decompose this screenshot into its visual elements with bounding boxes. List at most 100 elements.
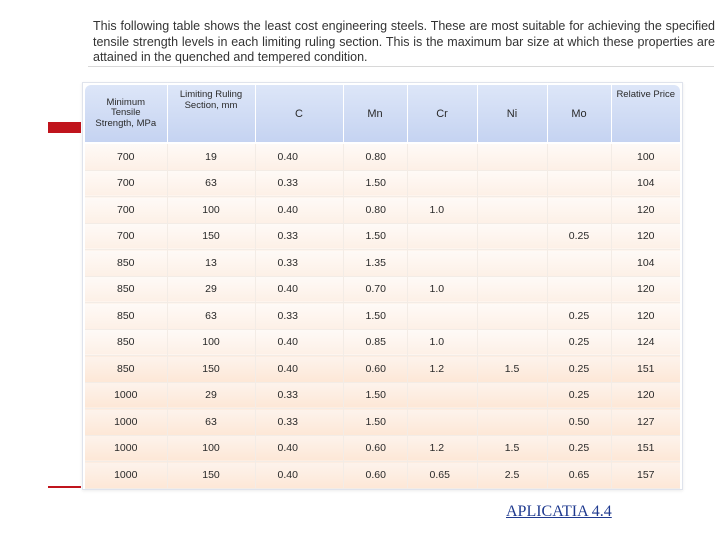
cell-mo <box>547 249 612 277</box>
cell-strength: 850 <box>85 276 168 303</box>
cell-strength: 850 <box>85 329 168 356</box>
cell-c: 0.33 <box>255 302 344 330</box>
cell-cr <box>407 382 478 409</box>
cell-mn: 0.80 <box>343 144 408 171</box>
table-row: 850 100 0.40 0.85 1.0 0.25 124 <box>85 329 680 356</box>
cell-ni <box>477 302 548 330</box>
cell-c: 0.33 <box>255 408 344 436</box>
cell-cr <box>407 170 478 197</box>
cell-price: 120 <box>611 382 680 409</box>
cell-mo: 0.50 <box>547 408 612 436</box>
aplicatia-link[interactable]: APLICATIA 4.4 <box>506 503 612 521</box>
cell-mn: 0.60 <box>343 435 408 462</box>
intro-paragraph: This following table shows the least cos… <box>93 19 715 64</box>
table-row: 700 19 0.40 0.80 100 <box>85 144 680 171</box>
cell-price: 120 <box>611 196 680 224</box>
cell-cr <box>407 302 478 330</box>
cell-mn: 1.50 <box>343 170 408 197</box>
cell-price: 151 <box>611 355 680 383</box>
cell-c: 0.40 <box>255 196 344 224</box>
cell-c: 0.40 <box>255 276 344 303</box>
cell-mo <box>547 196 612 224</box>
header-mo: Mo <box>547 85 612 142</box>
cell-section: 100 <box>167 196 256 224</box>
table-row: 1000 150 0.40 0.60 0.65 2.5 0.65 157 <box>85 461 680 489</box>
cell-c: 0.33 <box>255 223 344 250</box>
cell-mn: 1.35 <box>343 249 408 277</box>
cell-section: 19 <box>167 144 256 171</box>
cell-mo <box>547 144 612 171</box>
cell-strength: 700 <box>85 170 168 197</box>
table-row: 700 63 0.33 1.50 104 <box>85 170 680 197</box>
cell-section: 13 <box>167 249 256 277</box>
cell-mn: 1.50 <box>343 382 408 409</box>
cell-strength: 1000 <box>85 461 168 489</box>
cell-ni: 1.5 <box>477 355 548 383</box>
cell-section: 150 <box>167 223 256 250</box>
cell-c: 0.33 <box>255 249 344 277</box>
cell-section: 63 <box>167 170 256 197</box>
cell-price: 127 <box>611 408 680 436</box>
cell-section: 150 <box>167 461 256 489</box>
cell-cr: 1.2 <box>407 355 478 383</box>
cell-strength: 700 <box>85 144 168 171</box>
cell-ni: 2.5 <box>477 461 548 489</box>
cell-section: 29 <box>167 382 256 409</box>
cell-strength: 850 <box>85 302 168 330</box>
cell-cr <box>407 223 478 250</box>
table-row: 1000 100 0.40 0.60 1.2 1.5 0.25 151 <box>85 435 680 462</box>
table-row: 1000 29 0.33 1.50 0.25 120 <box>85 382 680 409</box>
cell-strength: 700 <box>85 223 168 250</box>
cell-price: 104 <box>611 170 680 197</box>
cell-mn: 1.50 <box>343 302 408 330</box>
cell-mn: 0.60 <box>343 461 408 489</box>
header-mn: Mn <box>343 85 408 142</box>
cell-strength: 850 <box>85 355 168 383</box>
table-row: 850 63 0.33 1.50 0.25 120 <box>85 302 680 330</box>
table-row: 850 13 0.33 1.35 104 <box>85 249 680 277</box>
cell-ni <box>477 170 548 197</box>
cell-mo <box>547 170 612 197</box>
cell-c: 0.40 <box>255 435 344 462</box>
cell-mo: 0.25 <box>547 355 612 383</box>
table-body: 700 19 0.40 0.80 100 700 63 0.33 1.50 104 700 100 0.… <box>85 142 680 489</box>
table-row: 850 29 0.40 0.70 1.0 120 <box>85 276 680 303</box>
table-row: 700 100 0.40 0.80 1.0 120 <box>85 196 680 224</box>
cell-section: 29 <box>167 276 256 303</box>
table-row: 1000 63 0.33 1.50 0.50 127 <box>85 408 680 436</box>
cell-mn: 0.85 <box>343 329 408 356</box>
cell-cr <box>407 249 478 277</box>
cell-mo <box>547 276 612 303</box>
cell-section: 63 <box>167 408 256 436</box>
cell-strength: 1000 <box>85 382 168 409</box>
cell-section: 150 <box>167 355 256 383</box>
cell-mo: 0.25 <box>547 223 612 250</box>
slide-accent-bar <box>48 122 81 133</box>
cell-c: 0.40 <box>255 144 344 171</box>
slide-accent-line <box>48 486 81 488</box>
cell-cr <box>407 408 478 436</box>
cell-section: 100 <box>167 329 256 356</box>
cell-cr: 1.2 <box>407 435 478 462</box>
cell-price: 157 <box>611 461 680 489</box>
header-c: C <box>255 85 344 142</box>
header-cr: Cr <box>407 85 478 142</box>
header-min-tensile-strength: Minimum Tensile Strength, MPa <box>85 85 168 142</box>
cell-ni <box>477 408 548 436</box>
cell-price: 100 <box>611 144 680 171</box>
steel-composition-table: Minimum Tensile Strength, MPa Limiting R… <box>85 85 680 489</box>
cell-mo: 0.65 <box>547 461 612 489</box>
cell-c: 0.40 <box>255 355 344 383</box>
cell-ni <box>477 144 548 171</box>
cell-mn: 1.50 <box>343 223 408 250</box>
cell-strength: 700 <box>85 196 168 224</box>
cell-c: 0.33 <box>255 382 344 409</box>
cell-price: 120 <box>611 276 680 303</box>
cell-price: 104 <box>611 249 680 277</box>
table-row: 850 150 0.40 0.60 1.2 1.5 0.25 151 <box>85 355 680 383</box>
header-ni: Ni <box>477 85 548 142</box>
table-header-row: Minimum Tensile Strength, MPa Limiting R… <box>85 85 680 142</box>
cell-c: 0.40 <box>255 461 344 489</box>
cell-price: 120 <box>611 302 680 330</box>
table-row: 700 150 0.33 1.50 0.25 120 <box>85 223 680 250</box>
